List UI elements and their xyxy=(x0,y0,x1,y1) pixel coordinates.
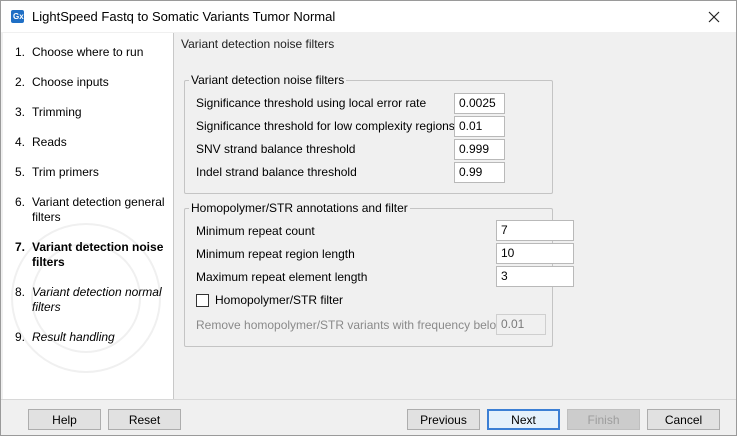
reset-button[interactable]: Reset xyxy=(108,409,181,430)
group-title: Variant detection noise filters xyxy=(189,73,347,87)
step-reads: 4. Reads xyxy=(15,135,67,149)
min-repeat-count-input[interactable]: 7 xyxy=(496,220,574,241)
step-trim-primers: 5. Trim primers xyxy=(15,165,99,179)
step-choose-where-to-run: 1. Choose where to run xyxy=(15,45,144,59)
app-logo-icon: Gx xyxy=(11,10,24,23)
title-bar: Gx LightSpeed Fastq to Somatic Variants … xyxy=(1,1,736,32)
finish-button: Finish xyxy=(567,409,640,430)
snv-strand-balance-label: SNV strand balance threshold xyxy=(196,142,356,156)
step-variant-detection-noise-filters: 7. Variant detection noise filters xyxy=(15,240,164,269)
remove-variants-frequency-input: 0.01 xyxy=(496,314,546,335)
min-repeat-region-length-input[interactable]: 10 xyxy=(496,243,574,264)
max-repeat-element-length-input[interactable]: 3 xyxy=(496,266,574,287)
close-icon xyxy=(708,11,720,22)
step-variant-detection-normal-filters: 8. Variant detection normal filters xyxy=(15,285,162,314)
indel-strand-balance-label: Indel strand balance threshold xyxy=(196,165,357,179)
homopolymer-str-filter-label: Homopolymer/STR filter xyxy=(215,293,344,307)
homopolymer-str-group: Homopolymer/STR annotations and filter M… xyxy=(184,201,574,347)
min-repeat-region-length-label: Minimum repeat region length xyxy=(196,247,355,261)
window-title: LightSpeed Fastq to Somatic Variants Tum… xyxy=(32,9,336,24)
previous-button[interactable]: Previous xyxy=(407,409,480,430)
indel-strand-balance-input[interactable]: 0.99 xyxy=(454,162,505,183)
help-button[interactable]: Help xyxy=(28,409,101,430)
step-result-handling: 9. Result handling xyxy=(15,330,115,344)
max-repeat-element-length-label: Maximum repeat element length xyxy=(196,270,368,284)
group-title: Homopolymer/STR annotations and filter xyxy=(189,201,410,215)
snv-strand-balance-input[interactable]: 0.999 xyxy=(454,139,505,160)
wizard-steps-sidebar: 1. Choose where to run 2. Choose inputs … xyxy=(3,33,174,399)
step-trimming: 3. Trimming xyxy=(15,105,82,119)
page-title: Variant detection noise filters xyxy=(181,37,335,51)
low-complexity-input[interactable]: 0.01 xyxy=(454,116,505,137)
cancel-button[interactable]: Cancel xyxy=(647,409,720,430)
local-error-rate-label: Significance threshold using local error… xyxy=(196,96,427,110)
min-repeat-count-label: Minimum repeat count xyxy=(196,224,315,238)
wizard-page: Variant detection noise filters Variant … xyxy=(175,33,736,399)
local-error-rate-input[interactable]: 0.0025 xyxy=(454,93,505,114)
step-choose-inputs: 2. Choose inputs xyxy=(15,75,109,89)
wizard-dialog: Gx LightSpeed Fastq to Somatic Variants … xyxy=(0,0,737,436)
noise-filters-group: Variant detection noise filters Signific… xyxy=(184,73,553,194)
button-bar: Help Reset Previous Next Finish Cancel xyxy=(1,399,736,435)
remove-variants-frequency-label: Remove homopolymer/STR variants with fre… xyxy=(196,318,505,332)
low-complexity-label: Significance threshold for low complexit… xyxy=(196,119,455,133)
close-button[interactable] xyxy=(692,1,736,32)
next-button[interactable]: Next xyxy=(487,409,560,430)
homopolymer-str-filter-checkbox[interactable] xyxy=(196,294,209,307)
step-variant-detection-general-filters: 6. Variant detection general filters xyxy=(15,195,165,224)
